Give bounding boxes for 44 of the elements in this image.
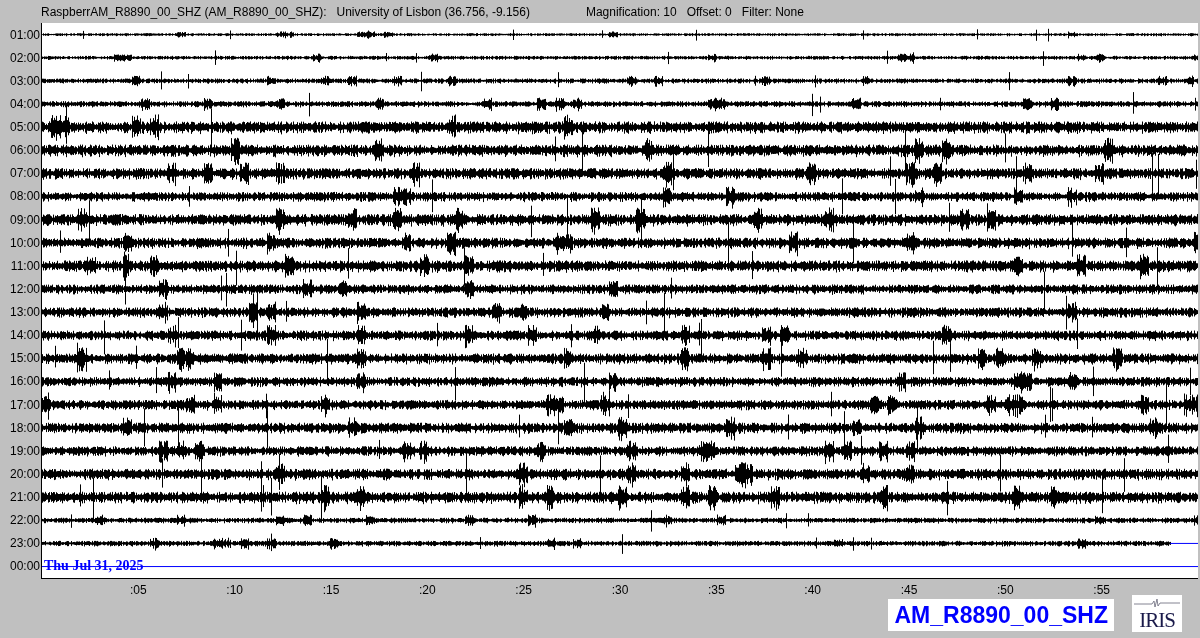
hour-label: 12:00 [9, 281, 40, 296]
hour-label: 14:00 [9, 328, 40, 343]
filter-text: Filter: None [741, 4, 804, 19]
hour-label: 19:00 [9, 443, 40, 458]
hour-label: 06:00 [9, 143, 40, 158]
hour-label: 13:00 [9, 305, 40, 320]
hour-label: 20:00 [9, 466, 40, 481]
minute-tick-label: :45 [900, 583, 918, 598]
hour-label: 17:00 [9, 397, 40, 412]
station-name: RaspberrAM_R8890_00_SHZ (AM_R8890_00_SHZ): [41, 4, 327, 19]
hour-label: 01:00 [9, 27, 40, 42]
minute-tick-label: :50 [997, 583, 1014, 598]
hour-label: 18:00 [9, 420, 40, 435]
hour-label: 05:00 [9, 120, 40, 135]
seismogram-icon [1134, 598, 1180, 609]
hour-label: 11:00 [10, 258, 40, 273]
hour-label: 09:00 [9, 212, 40, 227]
hour-label: 08:00 [9, 189, 40, 204]
minute-tick-label: :25 [515, 583, 532, 598]
pending-line [1169, 542, 1198, 544]
iris-logo: IRIS [1132, 595, 1182, 633]
hour-label: 22:00 [9, 513, 40, 528]
minute-tick-label: :05 [130, 583, 147, 598]
minute-tick-label: :30 [611, 583, 629, 598]
hour-label: 07:00 [9, 166, 40, 181]
hour-label: 15:00 [9, 351, 40, 366]
hour-label: 04:00 [9, 96, 40, 111]
hour-label: 03:00 [9, 73, 40, 88]
minute-tick-label: :35 [708, 583, 725, 598]
hour-label: 21:00 [9, 490, 40, 505]
minute-tick-label: :40 [804, 583, 821, 598]
minute-tick-label: :20 [419, 583, 436, 598]
hour-label: 16:00 [9, 374, 40, 389]
hour-label: 23:00 [9, 536, 40, 551]
hour-label: 02:00 [9, 50, 40, 65]
offset-text: Offset: 0 [686, 4, 732, 19]
station-label: AM_R8890_00_SHZ [888, 599, 1114, 632]
magnification-text: Magnification: 10 [585, 4, 677, 19]
minute-tick-label: :15 [322, 583, 340, 598]
hour-label: 00:00 [9, 559, 40, 574]
minute-tick-label: :55 [1093, 583, 1110, 598]
hour-label: 10:00 [9, 235, 40, 250]
location-text: University of Lisbon (36.756, -9.156) [336, 4, 530, 19]
minute-tick-label: :10 [226, 583, 243, 598]
